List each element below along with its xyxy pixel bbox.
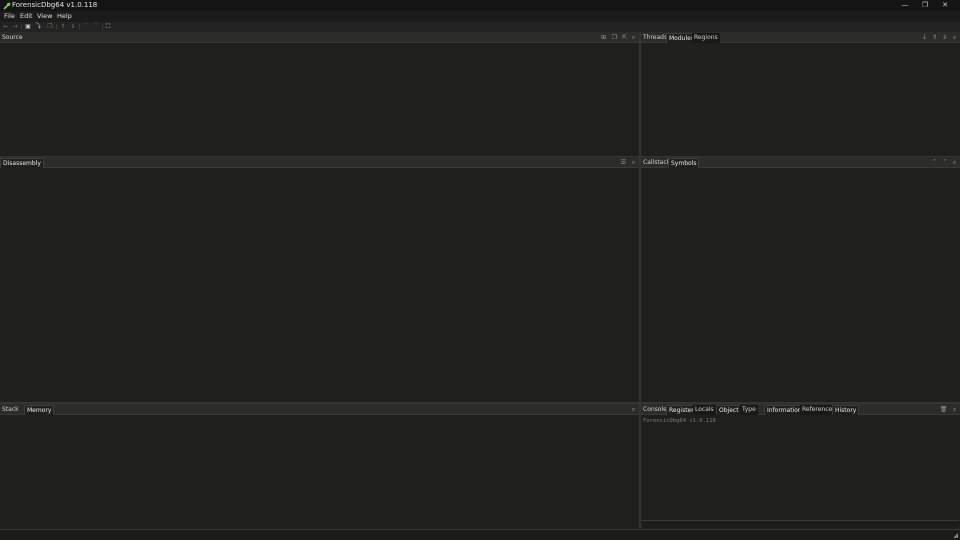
source-panel: Source ⊞ ❐ ⇱ ⌕ (0, 32, 639, 156)
source-view[interactable] (0, 43, 639, 156)
tab-memory[interactable]: Memory (24, 405, 55, 415)
stack-view[interactable] (0, 415, 639, 529)
arrow-left-icon[interactable]: ← (2, 23, 10, 31)
toolbar-separator (21, 24, 22, 30)
chevron-up-icon[interactable]: ˄ (82, 23, 90, 31)
pause-icon[interactable]: ▣ (24, 23, 32, 31)
stack-panel: Stack Memory ⌕ (0, 404, 639, 529)
trash-icon[interactable]: 🗑 (939, 405, 948, 414)
console-panel-header: Console Registers Locals Object Type Inf… (641, 404, 960, 415)
close-button[interactable]: ✕ (930, 0, 960, 11)
console-output: ForensicDbg64 v1.0.118 (643, 418, 716, 424)
arrow-right-icon[interactable]: → (11, 23, 19, 31)
search-icon[interactable]: ⌕ (629, 33, 638, 42)
toolbar-separator (102, 24, 103, 30)
arrow-down-icon[interactable]: ↓ (920, 33, 929, 42)
tab-regions[interactable]: Regions (692, 33, 720, 43)
disassembly-panel-header: Disassembly ☰ ⌕ (0, 157, 639, 168)
threads-panel: Threads Modules Regions ↓ ⇑ ⇓ ⌕ (641, 32, 960, 156)
tab-type[interactable]: Type (740, 405, 758, 415)
open-external-icon[interactable]: ⇱ (620, 33, 629, 42)
step-into-icon[interactable]: ⤵ (34, 23, 42, 31)
threads-view[interactable] (641, 43, 960, 156)
tab-object[interactable]: Object (716, 405, 742, 415)
chevron-double-down-icon[interactable]: ⇓ (940, 33, 949, 42)
disassembly-view[interactable] (0, 168, 639, 402)
vertical-splitter[interactable] (639, 32, 641, 529)
disassembly-panel: Disassembly ☰ ⌕ (0, 157, 639, 402)
tab-information[interactable]: Information (764, 405, 805, 415)
menu-view[interactable]: View (35, 12, 54, 21)
chevron-up-icon[interactable]: ˄ (930, 158, 939, 167)
tab-history[interactable]: History (832, 405, 860, 415)
source-panel-header: Source ⊞ ❐ ⇱ ⌕ (0, 32, 639, 43)
tab-locals[interactable]: Locals (693, 405, 716, 415)
status-bar: ◢ (0, 529, 960, 540)
search-icon[interactable]: ⌕ (950, 33, 959, 42)
copy-icon[interactable]: ❐ (46, 23, 54, 31)
chevron-down-icon[interactable]: ˅ (940, 158, 949, 167)
search-icon[interactable]: ⌕ (950, 158, 959, 167)
fullscreen-icon[interactable]: ⛶ (104, 23, 112, 31)
stack-panel-header: Stack Memory ⌕ (0, 404, 639, 415)
callstack-view[interactable] (641, 168, 960, 402)
search-icon[interactable]: ⌕ (629, 405, 638, 414)
toolbar-separator (79, 24, 80, 30)
add-icon[interactable]: ⊞ (599, 33, 608, 42)
tab-stack[interactable]: Stack (0, 405, 21, 415)
toolbar: ← → ▣ ⤵ ❐ ⇑ ⇓ ˄ ˅ ⛶ (0, 22, 960, 32)
menu-bar: File Edit View Help (0, 11, 960, 22)
window-title: ForensicDbg64 v1.0.118 (12, 1, 98, 9)
menu-help[interactable]: Help (55, 12, 74, 21)
chevron-double-up-icon[interactable]: ⇑ (59, 23, 67, 31)
console-panel: Console Registers Locals Object Type Inf… (641, 404, 960, 529)
menu-file[interactable]: File (2, 12, 17, 21)
tab-source[interactable]: Source (0, 33, 25, 43)
callstack-panel-header: Callstack Symbols ˄ ˅ ⌕ (641, 157, 960, 168)
search-icon[interactable]: ⌕ (629, 158, 638, 167)
toolbar-separator (56, 24, 57, 30)
callstack-panel: Callstack Symbols ˄ ˅ ⌕ (641, 157, 960, 402)
tab-disassembly[interactable]: Disassembly (0, 158, 44, 168)
chevron-double-down-icon[interactable]: ⇓ (69, 23, 77, 31)
filter-lines-icon[interactable]: ☰ (619, 158, 628, 167)
menu-edit[interactable]: Edit (18, 12, 35, 21)
tab-threads[interactable]: Threads (641, 33, 669, 43)
tab-symbols[interactable]: Symbols (668, 158, 700, 168)
title-bar: ForensicDbg64 v1.0.118 — ❐ ✕ (0, 0, 960, 11)
chevron-down-icon[interactable]: ˅ (92, 23, 100, 31)
resize-grip-icon[interactable]: ◢ (953, 532, 958, 539)
tab-console[interactable]: Console (641, 405, 669, 415)
bug-icon (3, 2, 11, 10)
chevron-double-up-icon[interactable]: ⇑ (930, 33, 939, 42)
duplicate-icon[interactable]: ❐ (610, 33, 619, 42)
threads-panel-header: Threads Modules Regions ↓ ⇑ ⇓ ⌕ (641, 32, 960, 43)
console-input[interactable] (642, 520, 959, 528)
search-icon[interactable]: ⌕ (950, 405, 959, 414)
